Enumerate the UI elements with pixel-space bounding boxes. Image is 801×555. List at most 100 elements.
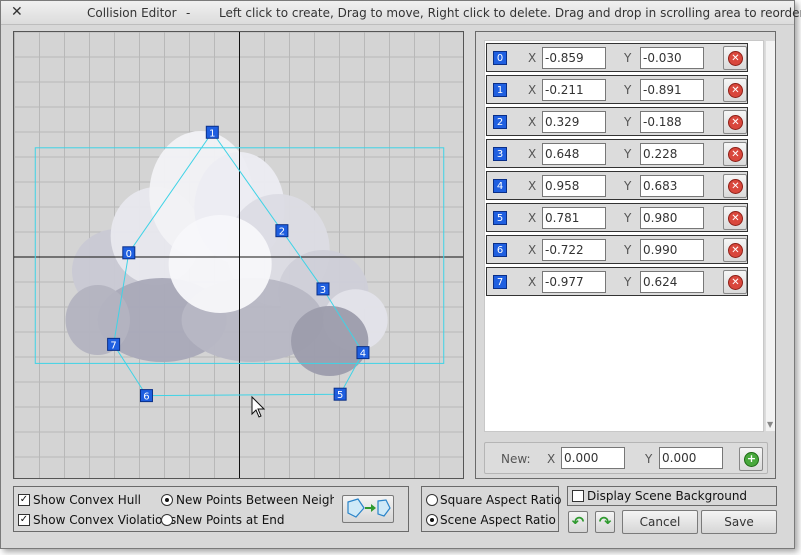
points-scroll-area[interactable]: 0 X Y ✕ 1 X Y ✕ 2 X Y ✕ 3 X Y ✕ 4 X Y ✕ 5 X Y ✕ 6 X Y ✕ 7 X Y ✕ ▼ (484, 40, 775, 432)
collision-canvas[interactable]: 0 1 2 3 4 5 6 7 (13, 31, 464, 479)
y-label: Y (624, 243, 632, 257)
new-at-end-label[interactable]: New Points at End (176, 513, 285, 527)
collision-editor-window: ✕ Collision Editor - Left click to creat… (0, 0, 801, 549)
point-row[interactable]: 7 X Y ✕ (486, 267, 748, 296)
point-y-input[interactable] (640, 239, 704, 261)
delete-point-button[interactable]: ✕ (723, 110, 747, 134)
delete-point-button[interactable]: ✕ (723, 206, 747, 230)
point-row[interactable]: 5 X Y ✕ (486, 203, 748, 232)
point-row[interactable]: 6 X Y ✕ (486, 235, 748, 264)
new-between-radio[interactable] (161, 494, 173, 506)
x-label: X (528, 51, 537, 65)
show-convex-hull-label[interactable]: Show Convex Hull (33, 493, 141, 507)
point-y-input[interactable] (640, 111, 704, 133)
delete-point-button[interactable]: ✕ (723, 270, 747, 294)
point-y-input[interactable] (640, 271, 704, 293)
delete-icon: ✕ (728, 83, 743, 98)
hull-transform-icon (347, 498, 391, 518)
point-x-input[interactable] (542, 271, 606, 293)
point-index-badge: 7 (493, 275, 507, 289)
point-x-input[interactable] (542, 143, 606, 165)
point-row[interactable]: 0 X Y ✕ (486, 43, 748, 72)
show-convex-violations-label[interactable]: Show Convex Violations (33, 513, 176, 527)
y-label: Y (624, 115, 632, 129)
display-background-label[interactable]: Display Scene Background (587, 489, 747, 503)
y-label: Y (624, 51, 632, 65)
delete-icon: ✕ (728, 179, 743, 194)
auto-hull-button[interactable] (342, 495, 394, 523)
delete-point-button[interactable]: ✕ (723, 238, 747, 262)
new-x-input[interactable] (561, 447, 625, 469)
save-button[interactable]: Save (701, 510, 777, 534)
display-background-checkbox[interactable] (572, 490, 584, 502)
point-index-badge: 6 (493, 243, 507, 257)
point-x-input[interactable] (542, 175, 606, 197)
show-convex-violations-checkbox[interactable]: ✓ (18, 514, 30, 526)
undo-button[interactable]: ↶ (568, 511, 588, 533)
point-row[interactable]: 3 X Y ✕ (486, 139, 748, 168)
close-icon[interactable]: ✕ (11, 4, 23, 20)
scroll-down-icon[interactable]: ▼ (767, 420, 773, 429)
undo-icon: ↶ (571, 513, 585, 531)
add-point-button[interactable]: + (739, 447, 763, 471)
new-y-input[interactable] (659, 447, 723, 469)
point-marker-label: 6 (143, 392, 149, 403)
aspect-panel: Square Aspect Ratio Scene Aspect Ratio (421, 486, 561, 532)
delete-point-button[interactable]: ✕ (723, 46, 747, 70)
square-aspect-radio[interactable] (426, 494, 438, 506)
cloud-puff (65, 285, 130, 355)
point-marker-label: 3 (320, 285, 326, 296)
scene-aspect-label[interactable]: Scene Aspect Ratio (440, 513, 556, 527)
point-marker-label: 2 (279, 227, 285, 238)
delete-icon: ✕ (728, 243, 743, 258)
point-x-input[interactable] (542, 79, 606, 101)
delete-point-button[interactable]: ✕ (723, 78, 747, 102)
square-aspect-label[interactable]: Square Aspect Ratio (440, 493, 561, 507)
x-label: X (528, 147, 537, 161)
canvas-drawing[interactable]: 0 1 2 3 4 5 6 7 (14, 32, 464, 479)
point-x-input[interactable] (542, 111, 606, 133)
point-y-input[interactable] (640, 207, 704, 229)
point-marker-label: 7 (110, 340, 116, 351)
point-row[interactable]: 2 X Y ✕ (486, 107, 748, 136)
delete-point-button[interactable]: ✕ (723, 142, 747, 166)
point-index-badge: 0 (493, 51, 507, 65)
delete-point-button[interactable]: ✕ (723, 174, 747, 198)
point-marker-label: 1 (209, 128, 215, 139)
x-label: X (528, 83, 537, 97)
scene-aspect-radio[interactable] (426, 514, 438, 526)
point-x-input[interactable] (542, 239, 606, 261)
delete-icon: ✕ (728, 147, 743, 162)
new-y-label: Y (645, 452, 653, 466)
y-label: Y (624, 179, 632, 193)
show-convex-hull-checkbox[interactable]: ✓ (18, 494, 30, 506)
redo-icon: ↷ (598, 513, 612, 531)
x-label: X (528, 115, 537, 129)
x-label: X (528, 211, 537, 225)
new-at-end-radio[interactable] (161, 514, 173, 526)
redo-button[interactable]: ↷ (595, 511, 615, 533)
delete-icon: ✕ (728, 211, 743, 226)
instructions-text: Left click to create, Drag to move, Righ… (219, 6, 801, 20)
point-row[interactable]: 4 X Y ✕ (486, 171, 748, 200)
title-separator: - (186, 6, 191, 20)
point-y-input[interactable] (640, 143, 704, 165)
point-marker-label: 4 (360, 349, 366, 360)
point-x-input[interactable] (542, 47, 606, 69)
point-y-input[interactable] (640, 175, 704, 197)
delete-icon: ✕ (728, 275, 743, 290)
cloud-puff (168, 215, 272, 313)
point-y-input[interactable] (640, 79, 704, 101)
cancel-button[interactable]: Cancel (622, 510, 698, 534)
new-x-label: X (547, 452, 556, 466)
point-index-badge: 4 (493, 179, 507, 193)
point-row[interactable]: 1 X Y ✕ (486, 75, 748, 104)
x-label: X (528, 275, 537, 289)
points-scrollbar[interactable]: ▼ (765, 41, 775, 431)
point-x-input[interactable] (542, 207, 606, 229)
y-label: Y (624, 83, 632, 97)
point-y-input[interactable] (640, 47, 704, 69)
new-point-label: New: (501, 452, 531, 466)
new-between-label[interactable]: New Points Between Neighbors (176, 493, 334, 507)
y-label: Y (624, 275, 632, 289)
